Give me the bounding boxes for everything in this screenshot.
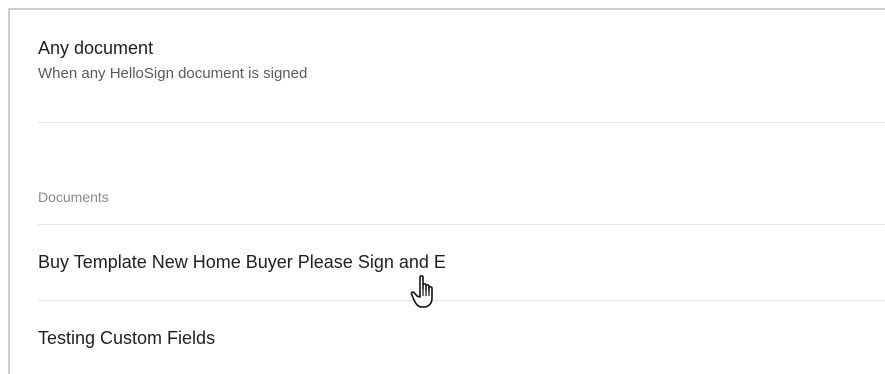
divider <box>38 122 885 123</box>
any-document-option[interactable]: Any document When any HelloSign document… <box>38 36 885 84</box>
hand-pointer-icon <box>410 275 433 308</box>
document-item-label: Buy Template New Home Buyer Please Sign … <box>38 252 446 272</box>
document-item-buy-template[interactable]: Buy Template New Home Buyer Please Sign … <box>38 225 885 300</box>
option-title: Any document <box>38 38 154 58</box>
documents-section-label: Documents <box>38 189 109 205</box>
document-item-label: Testing Custom Fields <box>38 328 216 348</box>
option-description: When any HelloSign document is signed <box>38 65 308 82</box>
document-item-testing-custom-fields[interactable]: Testing Custom Fields <box>38 301 885 374</box>
document-selection-panel: Any document When any HelloSign document… <box>8 8 885 374</box>
